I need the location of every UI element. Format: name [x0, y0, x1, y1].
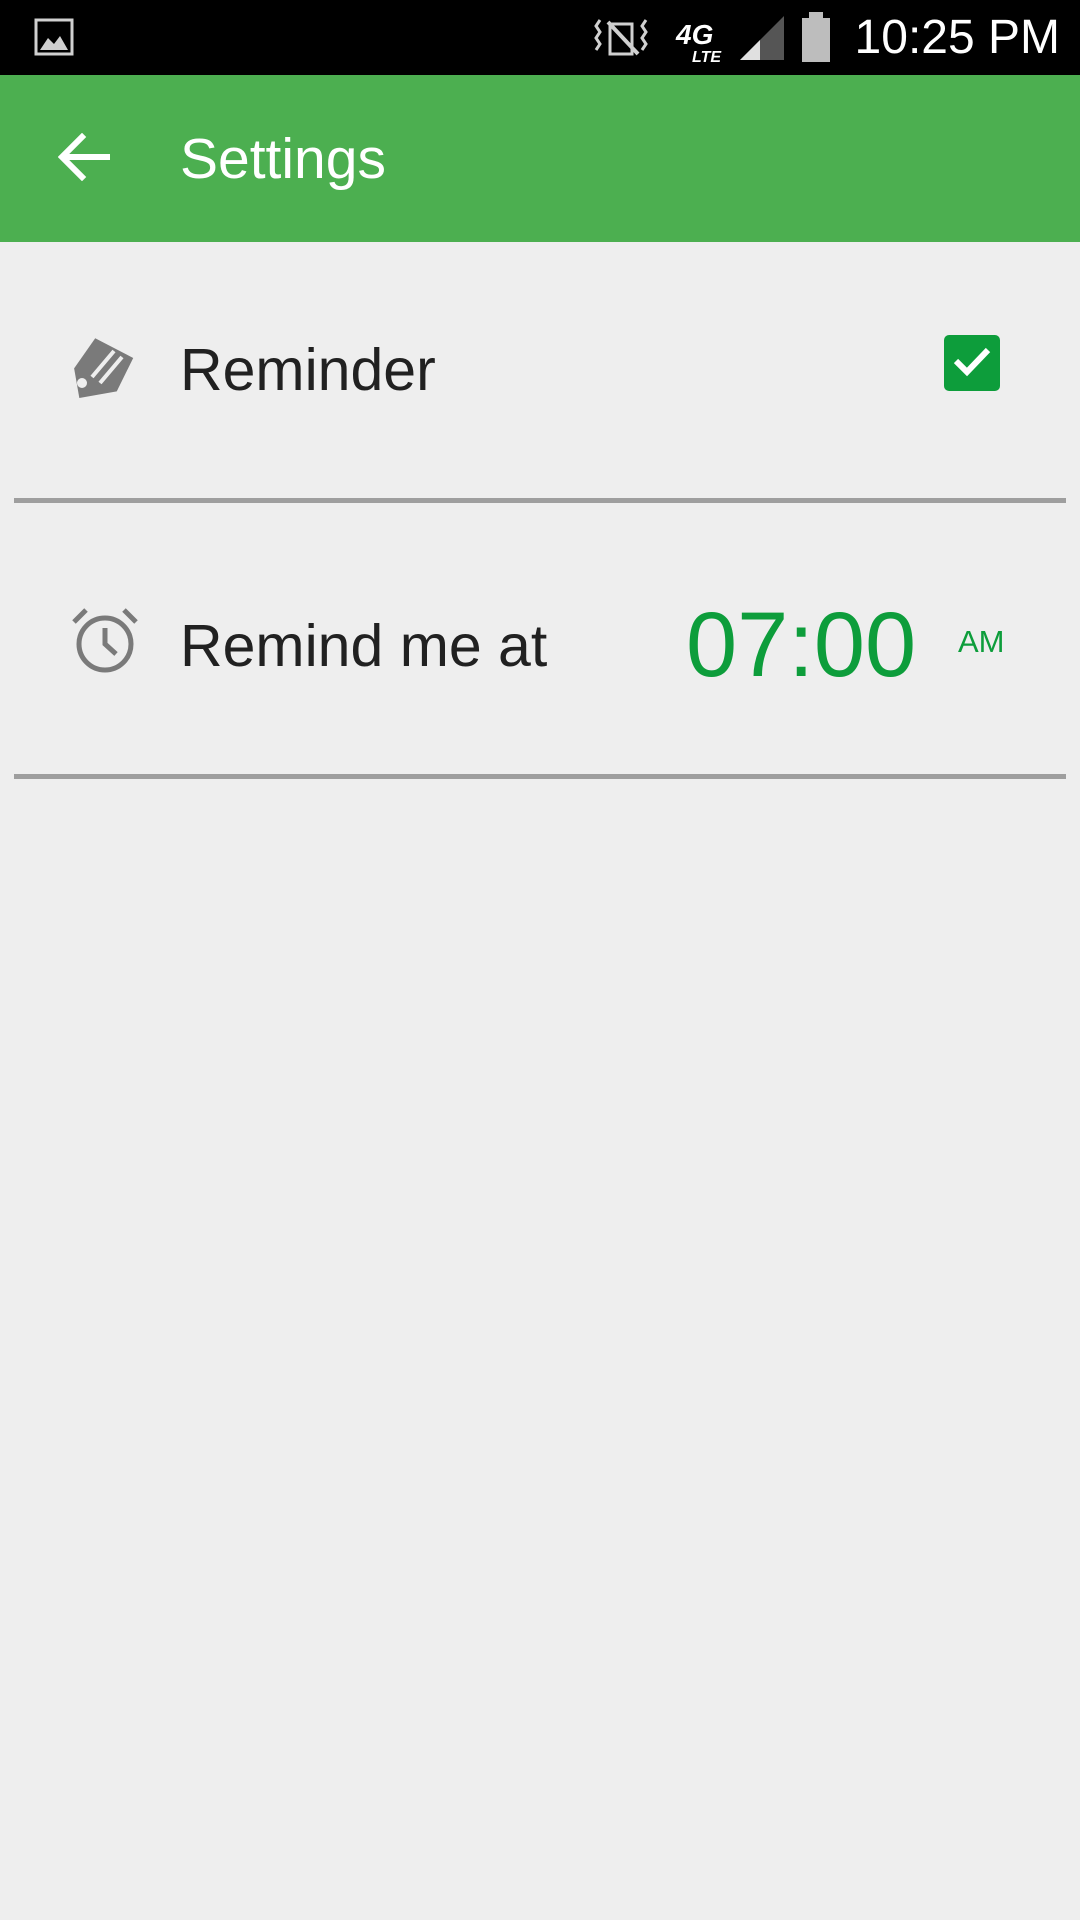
status-time: 10:25 PM [854, 11, 1060, 64]
remind-time-setting-row[interactable]: Remind me at 07:00 AM [0, 502, 1080, 774]
vibrate-icon [594, 19, 648, 56]
gallery-icon [34, 18, 74, 56]
arrow-back-icon [57, 132, 111, 186]
4g-lte-icon: 4G LTE [675, 19, 722, 66]
tag-icon [70, 329, 140, 399]
alarm-clock-icon [70, 606, 140, 676]
checkmark-icon [952, 345, 992, 382]
reminder-checkbox[interactable] [944, 335, 1000, 391]
battery-icon [802, 12, 830, 62]
svg-text:4G: 4G [675, 19, 713, 50]
reminder-label: Reminder [180, 337, 436, 403]
time-value[interactable]: 07:00 [686, 590, 916, 700]
back-button[interactable] [44, 119, 124, 199]
svg-text:LTE: LTE [692, 49, 722, 66]
divider [14, 774, 1066, 779]
remind-time-label: Remind me at [180, 613, 548, 679]
page-title: Settings [180, 127, 386, 191]
status-icons: 4G LTE [592, 10, 842, 66]
time-period[interactable]: AM [958, 622, 1005, 662]
status-bar: 4G LTE 10:25 PM [0, 0, 1080, 75]
signal-icon [740, 16, 784, 60]
reminder-setting-row[interactable]: Reminder [0, 242, 1080, 498]
app-bar: Settings [0, 75, 1080, 242]
